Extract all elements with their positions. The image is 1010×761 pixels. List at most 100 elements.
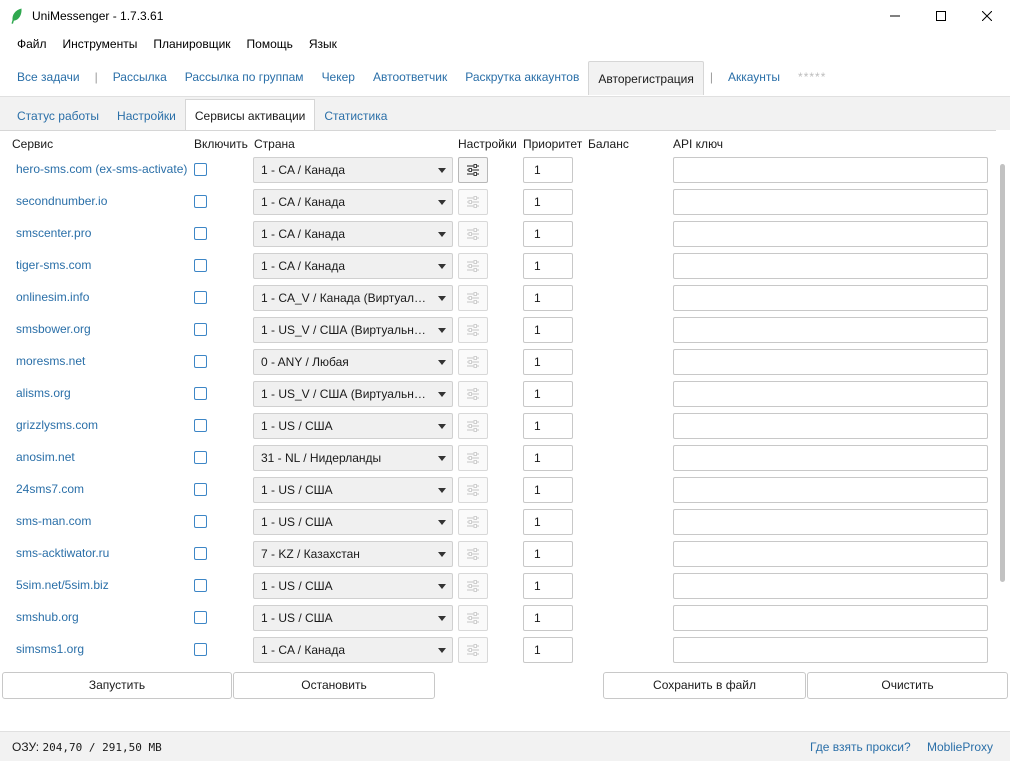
enable-checkbox[interactable] bbox=[194, 451, 207, 464]
vertical-scrollbar[interactable] bbox=[996, 130, 1010, 670]
service-settings-button[interactable] bbox=[458, 157, 488, 183]
api-key-field[interactable] bbox=[673, 285, 988, 311]
api-key-field[interactable] bbox=[673, 477, 988, 503]
api-key-field[interactable] bbox=[673, 349, 988, 375]
country-select[interactable]: 0 - ANY / Любая bbox=[253, 349, 453, 375]
tab-checker[interactable]: Чекер bbox=[313, 61, 364, 93]
tab-accounts[interactable]: Аккаунты bbox=[719, 61, 789, 93]
menu-language[interactable]: Язык bbox=[301, 37, 345, 51]
priority-field[interactable]: 1 bbox=[523, 445, 573, 471]
enable-checkbox[interactable] bbox=[194, 259, 207, 272]
priority-field[interactable]: 1 bbox=[523, 509, 573, 535]
enable-checkbox[interactable] bbox=[194, 323, 207, 336]
tab-masked[interactable]: ***** bbox=[789, 61, 835, 93]
api-key-field[interactable] bbox=[673, 605, 988, 631]
enable-checkbox[interactable] bbox=[194, 579, 207, 592]
enable-checkbox[interactable] bbox=[194, 387, 207, 400]
country-select[interactable]: 1 - US / США bbox=[253, 605, 453, 631]
tab-all-tasks[interactable]: Все задачи bbox=[8, 61, 89, 93]
service-name-link[interactable]: 5sim.net/5sim.biz bbox=[16, 578, 109, 592]
enable-checkbox[interactable] bbox=[194, 547, 207, 560]
api-key-field[interactable] bbox=[673, 445, 988, 471]
api-key-field[interactable] bbox=[673, 189, 988, 215]
service-name-link[interactable]: onlinesim.info bbox=[16, 290, 89, 304]
priority-field[interactable]: 1 bbox=[523, 349, 573, 375]
country-select[interactable]: 1 - US / США bbox=[253, 573, 453, 599]
priority-field[interactable]: 1 bbox=[523, 253, 573, 279]
subtab-activation-services[interactable]: Сервисы активации bbox=[184, 99, 316, 131]
priority-field[interactable]: 1 bbox=[523, 541, 573, 567]
tab-group-mailing[interactable]: Рассылка по группам bbox=[176, 61, 313, 93]
clear-button[interactable]: Очистить bbox=[807, 672, 1008, 699]
scrollbar-thumb[interactable] bbox=[1000, 164, 1005, 582]
priority-field[interactable]: 1 bbox=[523, 477, 573, 503]
api-key-field[interactable] bbox=[673, 157, 988, 183]
menu-help[interactable]: Помощь bbox=[239, 37, 301, 51]
stop-button[interactable]: Остановить bbox=[233, 672, 435, 699]
service-name-link[interactable]: secondnumber.io bbox=[16, 194, 107, 208]
service-settings-button[interactable] bbox=[458, 445, 488, 471]
service-name-link[interactable]: sms-man.com bbox=[16, 514, 91, 528]
menu-file[interactable]: Файл bbox=[9, 37, 55, 51]
service-settings-button[interactable] bbox=[458, 605, 488, 631]
service-name-link[interactable]: smscenter.pro bbox=[16, 226, 91, 240]
country-select[interactable]: 1 - US / США bbox=[253, 413, 453, 439]
country-select[interactable]: 1 - US_V / США (Виртуальные) bbox=[253, 317, 453, 343]
maximize-button[interactable] bbox=[918, 0, 964, 31]
service-settings-button[interactable] bbox=[458, 413, 488, 439]
enable-checkbox[interactable] bbox=[194, 195, 207, 208]
api-key-field[interactable] bbox=[673, 541, 988, 567]
enable-checkbox[interactable] bbox=[194, 291, 207, 304]
service-name-link[interactable]: smshub.org bbox=[16, 610, 79, 624]
service-name-link[interactable]: smsbower.org bbox=[16, 322, 91, 336]
tab-mailing[interactable]: Рассылка bbox=[104, 61, 176, 93]
enable-checkbox[interactable] bbox=[194, 515, 207, 528]
tab-autoresponder[interactable]: Автоответчик bbox=[364, 61, 456, 93]
country-select[interactable]: 1 - CA / Канада bbox=[253, 221, 453, 247]
service-name-link[interactable]: sms-acktiwator.ru bbox=[16, 546, 109, 560]
service-settings-button[interactable] bbox=[458, 189, 488, 215]
service-settings-button[interactable] bbox=[458, 285, 488, 311]
service-settings-button[interactable] bbox=[458, 637, 488, 663]
tab-autoreg[interactable]: Авторегистрация bbox=[588, 61, 704, 95]
service-settings-button[interactable] bbox=[458, 221, 488, 247]
subtab-status[interactable]: Статус работы bbox=[8, 101, 108, 131]
priority-field[interactable]: 1 bbox=[523, 285, 573, 311]
service-settings-button[interactable] bbox=[458, 349, 488, 375]
enable-checkbox[interactable] bbox=[194, 163, 207, 176]
service-settings-button[interactable] bbox=[458, 509, 488, 535]
service-name-link[interactable]: grizzlysms.com bbox=[16, 418, 98, 432]
proxy-link[interactable]: Где взять прокси? bbox=[810, 740, 911, 754]
country-select[interactable]: 1 - CA / Канада bbox=[253, 637, 453, 663]
service-name-link[interactable]: simsms1.org bbox=[16, 642, 84, 656]
service-name-link[interactable]: anosim.net bbox=[16, 450, 75, 464]
priority-field[interactable]: 1 bbox=[523, 637, 573, 663]
save-to-file-button[interactable]: Сохранить в файл bbox=[603, 672, 806, 699]
country-select[interactable]: 1 - CA / Канада bbox=[253, 157, 453, 183]
country-select[interactable]: 31 - NL / Нидерланды bbox=[253, 445, 453, 471]
service-name-link[interactable]: tiger-sms.com bbox=[16, 258, 91, 272]
service-name-link[interactable]: alisms.org bbox=[16, 386, 71, 400]
enable-checkbox[interactable] bbox=[194, 227, 207, 240]
priority-field[interactable]: 1 bbox=[523, 157, 573, 183]
tab-promotion[interactable]: Раскрутка аккаунтов bbox=[456, 61, 588, 93]
subtab-settings[interactable]: Настройки bbox=[108, 101, 185, 131]
service-settings-button[interactable] bbox=[458, 253, 488, 279]
priority-field[interactable]: 1 bbox=[523, 573, 573, 599]
priority-field[interactable]: 1 bbox=[523, 413, 573, 439]
country-select[interactable]: 1 - US / США bbox=[253, 477, 453, 503]
priority-field[interactable]: 1 bbox=[523, 317, 573, 343]
service-name-link[interactable]: moresms.net bbox=[16, 354, 85, 368]
service-name-link[interactable]: 24sms7.com bbox=[16, 482, 84, 496]
api-key-field[interactable] bbox=[673, 573, 988, 599]
api-key-field[interactable] bbox=[673, 381, 988, 407]
country-select[interactable]: 1 - CA / Канада bbox=[253, 253, 453, 279]
country-select[interactable]: 1 - CA_V / Канада (Виртуальные) bbox=[253, 285, 453, 311]
country-select[interactable]: 1 - US / США bbox=[253, 509, 453, 535]
api-key-field[interactable] bbox=[673, 637, 988, 663]
enable-checkbox[interactable] bbox=[194, 419, 207, 432]
service-settings-button[interactable] bbox=[458, 317, 488, 343]
api-key-field[interactable] bbox=[673, 253, 988, 279]
api-key-field[interactable] bbox=[673, 221, 988, 247]
enable-checkbox[interactable] bbox=[194, 483, 207, 496]
